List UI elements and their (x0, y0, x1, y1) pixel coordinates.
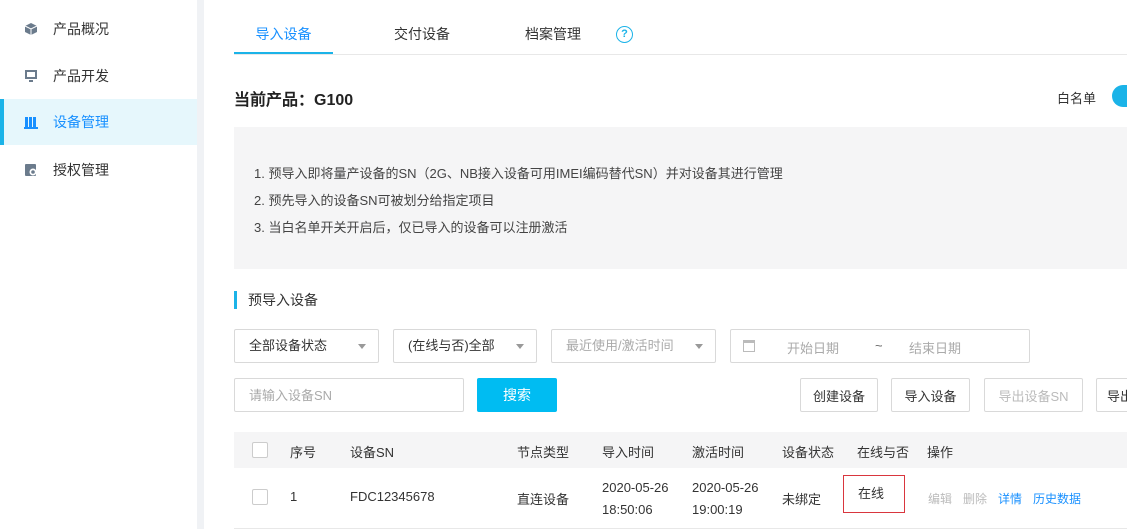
tab-archive-mgmt[interactable]: 档案管理 (504, 14, 602, 54)
col-import-time: 导入时间 (602, 445, 655, 460)
date-range-picker[interactable]: 开始日期 ~ 结束日期 (730, 329, 1030, 363)
table-header: 序号 设备SN 节点类型 导入时间 激活时间 设备状态 在线与否 操作 (234, 432, 1127, 468)
time-select[interactable]: 最近使用/激活时间 (551, 329, 716, 363)
tab-deliver-device[interactable]: 交付设备 (380, 14, 464, 54)
edit-link[interactable]: 编辑 (928, 490, 952, 507)
cell-online: 在线 (843, 475, 905, 513)
activate-clock: 19:00:19 (692, 502, 743, 517)
sidebar-item-device-mgmt[interactable]: 设备管理 (0, 99, 197, 145)
page-title: 当前产品：G100 (234, 92, 354, 109)
col-status: 设备状态 (782, 445, 835, 460)
col-activate-time: 激活时间 (692, 445, 745, 460)
notice-line: 3. 当白名单开关开启后，仅已导入的设备可以注册激活 (254, 220, 568, 235)
notice-line: 2. 预先导入的设备SN可被划分给指定项目 (254, 193, 495, 208)
online-select[interactable]: (在线与否)全部 (393, 329, 537, 363)
online-select-value: (在线与否)全部 (408, 338, 495, 353)
help-icon[interactable]: ? (616, 26, 633, 43)
sidebar-item-label: 产品概况 (53, 21, 109, 37)
calendar-icon (743, 340, 755, 352)
start-date-input[interactable]: 开始日期 (787, 338, 839, 357)
create-device-button[interactable]: 创建设备 (800, 378, 878, 412)
sidebar-item-auth-mgmt[interactable]: 授权管理 (0, 147, 197, 193)
cell-activate-time: 2020-05-26 19:00:19 (692, 477, 759, 521)
col-index: 序号 (290, 445, 317, 460)
activate-date: 2020-05-26 (692, 480, 759, 495)
select-all-checkbox[interactable] (252, 442, 268, 458)
caret-down-icon (358, 344, 366, 349)
sidebar-item-product-dev[interactable]: 产品开发 (0, 53, 197, 99)
sn-search-input[interactable] (234, 378, 464, 412)
main-content: 导入设备 交付设备 档案管理 ? 当前产品：G100 白名单 1. 预导入即将量… (204, 0, 1127, 529)
col-node-type: 节点类型 (517, 445, 570, 460)
col-online: 在线与否 (857, 445, 910, 460)
whitelist-label: 白名单 (1057, 91, 1097, 106)
detail-link[interactable]: 详情 (998, 490, 1022, 507)
end-date-input[interactable]: 结束日期 (909, 338, 961, 357)
import-clock: 18:50:06 (602, 502, 653, 517)
books-icon (24, 117, 38, 129)
caret-down-icon (516, 344, 524, 349)
gear-doc-icon (25, 164, 37, 176)
import-device-button[interactable]: 导入设备 (891, 378, 970, 412)
section-title: 预导入设备 (234, 291, 318, 309)
cell-index: 1 (290, 489, 298, 504)
col-sn: 设备SN (350, 445, 395, 460)
cell-status: 未绑定 (782, 492, 822, 507)
date-separator: ~ (875, 338, 883, 353)
import-date: 2020-05-26 (602, 480, 669, 495)
notice-box: 1. 预导入即将量产设备的SN（2G、NB接入设备可用IMEI编码替代SN）并对… (234, 127, 1127, 269)
notice-line: 1. 预导入即将量产设备的SN（2G、NB接入设备可用IMEI编码替代SN）并对… (254, 166, 783, 181)
whitelist-toggle[interactable] (1112, 85, 1127, 107)
status-select[interactable]: 全部设备状态 (234, 329, 379, 363)
table-row: 1 FDC12345678 直连设备 2020-05-26 18:50:06 2… (234, 468, 1127, 529)
sidebar-item-label: 授权管理 (53, 162, 109, 178)
delete-link[interactable]: 删除 (963, 490, 987, 507)
time-select-value: 最近使用/激活时间 (566, 338, 674, 353)
cell-node-type: 直连设备 (517, 492, 570, 507)
caret-down-icon (695, 344, 703, 349)
sidebar-item-label: 产品开发 (53, 68, 109, 84)
status-select-value: 全部设备状态 (249, 338, 328, 353)
row-checkbox[interactable] (252, 489, 268, 505)
monitor-icon (25, 70, 37, 82)
history-link[interactable]: 历史数据 (1033, 490, 1081, 507)
export-button[interactable]: 导出 (1096, 378, 1127, 412)
sidebar-item-label: 设备管理 (53, 114, 109, 130)
export-sn-button[interactable]: 导出设备SN (984, 378, 1083, 412)
sidebar: 产品概况 产品开发 设备管理 授权管理 (0, 0, 197, 529)
col-ops: 操作 (927, 445, 954, 460)
cell-sn: FDC12345678 (350, 489, 435, 504)
cell-import-time: 2020-05-26 18:50:06 (602, 477, 669, 521)
tab-import-device[interactable]: 导入设备 (234, 14, 333, 54)
search-button[interactable]: 搜索 (477, 378, 557, 412)
sidebar-item-product-overview[interactable]: 产品概况 (0, 6, 197, 52)
tab-bar: 导入设备 交付设备 档案管理 ? (234, 14, 1127, 55)
cube-icon (24, 23, 38, 35)
